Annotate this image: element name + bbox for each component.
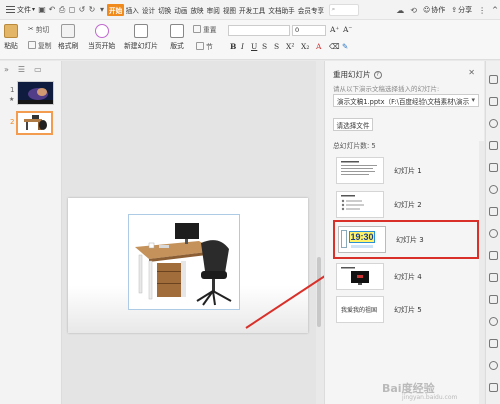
reuse-slide-item[interactable]: 幻灯片 2 <box>333 187 479 222</box>
pane-scrollbar[interactable] <box>479 141 484 404</box>
reuse-slide-thumb <box>336 263 384 290</box>
reuse-slide-label: 幻灯片 4 <box>394 272 422 281</box>
clock-time-text: 19:30 <box>349 231 375 243</box>
reuse-slide-label: 幻灯片 1 <box>394 166 422 175</box>
reuse-slide-thumb: 我爱我的祖国 <box>336 296 384 323</box>
headset-icon[interactable] <box>489 361 498 370</box>
pane-title: 重用幻灯片 ? <box>333 69 382 80</box>
reuse-slide-item[interactable]: 我爱我的祖国 幻灯片 5 <box>333 292 479 327</box>
animation-icon[interactable] <box>489 75 498 84</box>
chevron-down-icon: ▾ <box>471 96 475 104</box>
side-toolbar <box>485 61 500 404</box>
slide-heading-text: 我爱我的祖国 <box>341 307 378 314</box>
settings-icon[interactable] <box>489 229 498 238</box>
format-icon[interactable] <box>489 97 498 106</box>
record-icon[interactable] <box>489 317 498 326</box>
clock-frame-icon <box>341 230 347 248</box>
reuse-slide-thumb <box>336 157 384 184</box>
pane-title-text: 重用幻灯片 <box>333 70 371 79</box>
reuse-slide-label: 幻灯片 3 <box>396 235 424 244</box>
file-select-value: 演示文稿1.pptx（F:\百度经验\文档素材\演示 <box>337 97 470 106</box>
watermark: Bai度经验 jingyan.baidu.com <box>382 380 457 401</box>
chart-icon[interactable] <box>489 273 498 282</box>
slide-count-label: 总幻灯片数: 5 <box>333 142 376 150</box>
select-icon[interactable] <box>489 163 498 172</box>
help-circle-icon[interactable] <box>489 119 498 128</box>
caption-bar <box>351 245 373 248</box>
reuse-slide-label: 幻灯片 2 <box>394 200 422 209</box>
reuse-slide-thumb <box>336 191 384 218</box>
choose-file-button[interactable]: 请选择文件 <box>333 118 373 131</box>
pane-hint: 请从以下演示文稿选择插入的幻灯片: <box>333 85 440 93</box>
picture-icon[interactable] <box>489 251 498 260</box>
list-slide-preview <box>341 195 364 211</box>
file-select[interactable]: 演示文稿1.pptx（F:\百度经验\文档素材\演示 ▾ <box>333 94 479 107</box>
watermark-sub: jingyan.baidu.com <box>402 394 458 401</box>
help-icon[interactable]: ? <box>373 70 382 79</box>
reuse-slide-item[interactable]: 幻灯片 1 <box>333 153 479 188</box>
smart-icon[interactable] <box>489 185 498 194</box>
reuse-slide-item-highlighted[interactable]: 19:30 幻灯片 3 <box>333 220 479 259</box>
table-icon[interactable] <box>489 295 498 304</box>
close-icon[interactable]: ✕ <box>468 68 475 77</box>
reuse-slides-pane: 重用幻灯片 ? ✕ 请从以下演示文稿选择插入的幻灯片: 演示文稿1.pptx（F… <box>324 61 484 404</box>
backup-icon[interactable] <box>489 207 498 216</box>
tv-slide-preview <box>341 267 369 285</box>
shape-icon[interactable] <box>489 141 498 150</box>
reuse-slide-item[interactable]: 幻灯片 4 <box>333 259 479 294</box>
reuse-slide-thumb: 19:30 <box>338 226 386 253</box>
reuse-slide-label: 幻灯片 5 <box>394 305 422 314</box>
text-slide-preview <box>341 161 377 175</box>
transition-icon[interactable] <box>489 339 498 348</box>
more-tools-icon[interactable] <box>489 383 498 392</box>
